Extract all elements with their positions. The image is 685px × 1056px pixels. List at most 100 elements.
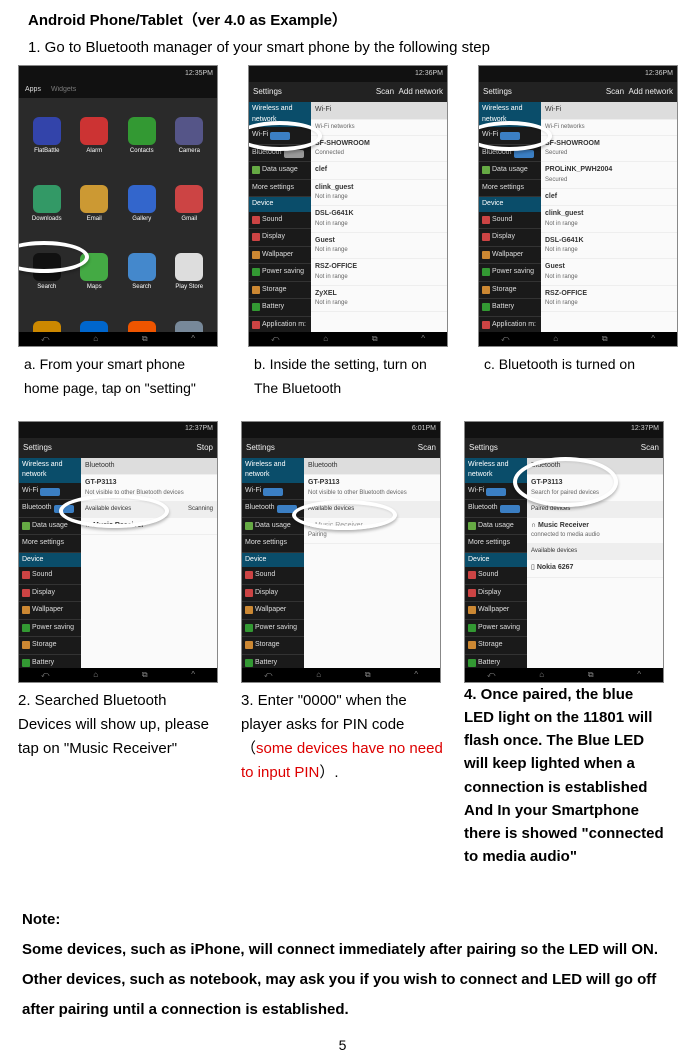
- sidebar-battery[interactable]: Battery: [479, 299, 541, 317]
- sidebar-wifi[interactable]: Wi-Fi: [242, 483, 304, 501]
- status-bar: 12:37 PM: [465, 422, 663, 438]
- sidebar-sound[interactable]: Sound: [479, 212, 541, 230]
- sidebar-power[interactable]: Power saving: [242, 620, 304, 638]
- sidebar-storage[interactable]: Storage: [479, 282, 541, 300]
- sidebar-storage[interactable]: Storage: [465, 637, 527, 655]
- wifi-network[interactable]: RSZ-OFFICENot in range: [541, 286, 677, 313]
- sidebar-more[interactable]: More settings: [249, 180, 311, 198]
- app-item[interactable]: Search: [25, 240, 69, 304]
- sidebar-power[interactable]: Power saving: [249, 264, 311, 282]
- wifi-network[interactable]: clef: [311, 162, 447, 180]
- settings-main: Wi-Fi Wi-Fi networks SF-SHOWROOMConnecte…: [311, 102, 447, 332]
- bt-music-receiver[interactable]: ∩Music Receiver: [81, 518, 217, 536]
- app-item[interactable]: Camera: [168, 104, 212, 168]
- sidebar-head: Wireless and network: [465, 458, 527, 483]
- settings-sidebar: Wireless and network Wi-Fi Bluetooth Dat…: [242, 458, 304, 668]
- wifi-network[interactable]: DSL-G641KNot in range: [311, 206, 447, 233]
- sidebar-bluetooth[interactable]: Bluetooth: [19, 500, 81, 518]
- app-item[interactable]: Alarm: [73, 104, 117, 168]
- nav-bar: ⤺⌂⧉^: [479, 332, 677, 346]
- bt-self[interactable]: GT-P3113Not visible to other Bluetooth d…: [304, 475, 440, 502]
- sidebar-wallpaper[interactable]: Wallpaper: [242, 602, 304, 620]
- status-bar: 6:01 PM: [242, 422, 440, 438]
- bt-music-receiver-pairing[interactable]: ∩ Music ReceiverPairing: [304, 518, 440, 545]
- bt-nokia[interactable]: ▯ Nokia 6267: [527, 560, 663, 578]
- sidebar-data[interactable]: Data usage: [249, 162, 311, 180]
- sidebar-wifi[interactable]: Wi-Fi: [465, 483, 527, 501]
- app-item[interactable]: Downloads: [25, 172, 69, 236]
- sidebar-storage[interactable]: Storage: [19, 637, 81, 655]
- sidebar-sound[interactable]: Sound: [465, 567, 527, 585]
- sidebar-data[interactable]: Data usage: [465, 518, 527, 536]
- sidebar-storage[interactable]: Storage: [249, 282, 311, 300]
- sidebar-wifi[interactable]: Wi-Fi: [479, 127, 541, 145]
- stop-button[interactable]: Stop: [197, 442, 213, 454]
- app-item[interactable]: Maps: [73, 240, 117, 304]
- sidebar-power[interactable]: Power saving: [19, 620, 81, 638]
- bt-title: Bluetooth: [527, 458, 663, 476]
- sidebar-battery[interactable]: Battery: [249, 299, 311, 317]
- bt-music-receiver-connected[interactable]: ∩ Music Receiverconnected to media audio: [527, 518, 663, 545]
- sidebar-power[interactable]: Power saving: [479, 264, 541, 282]
- sidebar-display[interactable]: Display: [479, 229, 541, 247]
- wifi-network[interactable]: clink_guestNot in range: [311, 180, 447, 207]
- app-item[interactable]: Gallery: [120, 172, 164, 236]
- sidebar-sound[interactable]: Sound: [19, 567, 81, 585]
- screenshot-a: 12:35 PM AppsWidgets FlatBattle Alarm Co…: [18, 65, 218, 347]
- wifi-network[interactable]: PROLiNK_PWH2004Secured: [541, 162, 677, 189]
- sidebar-wallpaper[interactable]: Wallpaper: [479, 247, 541, 265]
- wifi-network[interactable]: SF-SHOWROOMConnected: [311, 136, 447, 163]
- sidebar-display[interactable]: Display: [249, 229, 311, 247]
- add-network-button[interactable]: Add network: [629, 87, 673, 96]
- sidebar-wallpaper[interactable]: Wallpaper: [249, 247, 311, 265]
- wifi-network[interactable]: ZyXELNot in range: [311, 286, 447, 313]
- sidebar-bluetooth[interactable]: Bluetooth: [465, 500, 527, 518]
- wifi-network[interactable]: clef: [541, 189, 677, 207]
- wifi-network[interactable]: GuestNot in range: [311, 233, 447, 260]
- sidebar-power[interactable]: Power saving: [465, 620, 527, 638]
- sidebar-more[interactable]: More settings: [479, 180, 541, 198]
- wifi-network[interactable]: DSL-G641KNot in range: [541, 233, 677, 260]
- bt-self[interactable]: GT-P3113Search for paired devices: [527, 475, 663, 502]
- sidebar-data[interactable]: Data usage: [19, 518, 81, 536]
- sidebar-data[interactable]: Data usage: [479, 162, 541, 180]
- scan-button[interactable]: Scan: [606, 87, 624, 96]
- sidebar-bluetooth[interactable]: Bluetooth: [479, 145, 541, 163]
- app-item[interactable]: Gmail: [168, 172, 212, 236]
- add-network-button[interactable]: Add network: [399, 87, 443, 96]
- app-item[interactable]: Contacts: [120, 104, 164, 168]
- app-item[interactable]: Search: [120, 240, 164, 304]
- sidebar-wifi[interactable]: Wi-Fi: [19, 483, 81, 501]
- wifi-network[interactable]: GuestNot in range: [541, 259, 677, 286]
- sidebar-more[interactable]: More settings: [19, 535, 81, 553]
- scan-button[interactable]: Scan: [376, 87, 394, 96]
- sidebar-wifi[interactable]: Wi-Fi: [249, 127, 311, 145]
- sidebar-storage[interactable]: Storage: [242, 637, 304, 655]
- sidebar-data[interactable]: Data usage: [242, 518, 304, 536]
- wifi-network[interactable]: RSZ-OFFICENot in range: [311, 259, 447, 286]
- wifi-network[interactable]: Wi-Fi networks: [311, 120, 447, 136]
- sidebar-bluetooth[interactable]: Bluetooth: [242, 500, 304, 518]
- bt-panel: Bluetooth GT-P3113Not visible to other B…: [304, 458, 440, 668]
- sidebar-wallpaper[interactable]: Wallpaper: [19, 602, 81, 620]
- app-item[interactable]: Play Store: [168, 240, 212, 304]
- wifi-network[interactable]: clink_guestNot in range: [541, 206, 677, 233]
- scan-button[interactable]: Scan: [418, 442, 436, 454]
- sidebar-more[interactable]: More settings: [465, 535, 527, 553]
- bt-self[interactable]: GT-P3113Not visible to other Bluetooth d…: [81, 475, 217, 502]
- app-item[interactable]: Email: [73, 172, 117, 236]
- sidebar-display[interactable]: Display: [242, 585, 304, 603]
- sidebar-display[interactable]: Display: [19, 585, 81, 603]
- app-item[interactable]: FlatBattle: [25, 104, 69, 168]
- wifi-network[interactable]: Wi-Fi networks: [541, 120, 677, 136]
- sidebar-bluetooth[interactable]: Bluetooth: [249, 145, 311, 163]
- sidebar-more[interactable]: More settings: [242, 535, 304, 553]
- sidebar-display[interactable]: Display: [465, 585, 527, 603]
- sidebar-head-device: Device: [249, 197, 311, 212]
- sidebar-sound[interactable]: Sound: [249, 212, 311, 230]
- sidebar-sound[interactable]: Sound: [242, 567, 304, 585]
- bt-avail: Available devicesScanning: [81, 502, 217, 518]
- wifi-network[interactable]: SF-SHOWROOMSecured: [541, 136, 677, 163]
- scan-button[interactable]: Scan: [641, 442, 659, 454]
- sidebar-wallpaper[interactable]: Wallpaper: [465, 602, 527, 620]
